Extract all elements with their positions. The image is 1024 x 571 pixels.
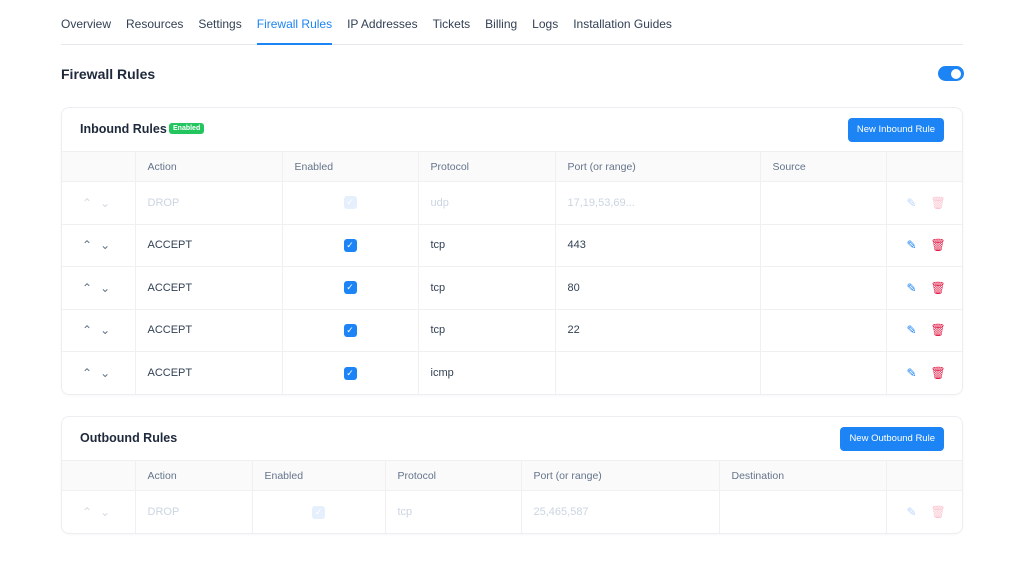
col-protocol: Protocol — [384, 460, 521, 491]
protocol-cell: tcp — [417, 308, 555, 352]
action-cell: DROP — [134, 181, 282, 224]
col-port: Port (or range) — [520, 460, 719, 491]
col-destination: Destination — [718, 460, 886, 491]
port-cell — [554, 351, 760, 394]
tab-logs[interactable]: Logs — [532, 0, 558, 45]
status-badge: Enabled — [169, 123, 205, 134]
protocol-cell: tcp — [417, 266, 555, 309]
move-up-icon[interactable]: ⌃ — [82, 238, 100, 252]
edit-icon[interactable]: ✎ — [905, 238, 919, 252]
port-cell: 22 — [554, 308, 760, 352]
move-down-icon[interactable]: ⌄ — [100, 281, 118, 295]
trash-icon[interactable]: 🗑︎ — [931, 366, 946, 380]
move-up-icon[interactable]: ⌃ — [82, 323, 100, 337]
inbound-rules-card: Inbound Rules Enabled New Inbound Rule A… — [61, 107, 963, 395]
edit-icon[interactable]: ✎ — [905, 196, 919, 210]
col-action: Action — [134, 151, 282, 182]
col-source: Source — [759, 151, 886, 182]
tab-installation-guides[interactable]: Installation Guides — [573, 0, 672, 45]
trash-icon[interactable]: 🗑︎ — [931, 281, 946, 295]
edit-icon[interactable]: ✎ — [905, 505, 919, 519]
move-up-icon[interactable]: ⌃ — [82, 281, 100, 295]
outbound-rules-card: Outbound Rules New Outbound Rule Action … — [61, 416, 963, 534]
inbound-title: Inbound Rules — [80, 122, 167, 136]
enabled-checkbox[interactable]: ✓ — [312, 505, 325, 519]
move-down-icon[interactable]: ⌄ — [100, 196, 118, 210]
outbound-title: Outbound Rules — [80, 431, 178, 445]
table-row: ⌃⌄ DROP ✓ udp 17,19,53,69... ✎ 🗑︎ — [62, 181, 962, 224]
source-cell — [759, 266, 886, 309]
table-row: ⌃⌄ ACCEPT ✓ tcp 443 ✎ 🗑︎ — [62, 223, 962, 267]
protocol-cell: tcp — [384, 490, 521, 533]
trash-icon[interactable]: 🗑︎ — [931, 505, 946, 519]
action-cell: ACCEPT — [134, 308, 282, 352]
tab-tickets[interactable]: Tickets — [433, 0, 471, 45]
tab-settings[interactable]: Settings — [198, 0, 241, 45]
move-up-icon[interactable]: ⌃ — [82, 505, 100, 519]
new-outbound-rule-button[interactable]: New Outbound Rule — [840, 427, 944, 451]
tab-nav: Overview Resources Settings Firewall Rul… — [61, 0, 963, 45]
col-action: Action — [134, 460, 252, 491]
trash-icon[interactable]: 🗑︎ — [931, 323, 946, 337]
move-up-icon[interactable]: ⌃ — [82, 196, 100, 210]
edit-icon[interactable]: ✎ — [905, 281, 919, 295]
port-cell: 443 — [554, 223, 760, 267]
move-up-icon[interactable]: ⌃ — [82, 366, 100, 380]
table-row: ⌃⌄ ACCEPT ✓ icmp ✎ 🗑︎ — [62, 351, 962, 394]
inbound-table: Action Enabled Protocol Port (or range) … — [62, 151, 962, 394]
edit-icon[interactable]: ✎ — [905, 323, 919, 337]
destination-cell — [718, 490, 886, 533]
col-enabled: Enabled — [281, 151, 418, 182]
move-down-icon[interactable]: ⌄ — [100, 323, 118, 337]
action-cell: ACCEPT — [134, 266, 282, 309]
edit-icon[interactable]: ✎ — [905, 366, 919, 380]
port-cell: 17,19,53,69... — [554, 181, 760, 224]
move-down-icon[interactable]: ⌄ — [100, 366, 118, 380]
tab-overview[interactable]: Overview — [61, 0, 111, 45]
tab-ip-addresses[interactable]: IP Addresses — [347, 0, 418, 45]
table-row: ⌃⌄ DROP ✓ tcp 25,465,587 ✎ 🗑︎ — [62, 490, 962, 533]
port-cell: 25,465,587 — [520, 490, 719, 533]
tab-billing[interactable]: Billing — [485, 0, 517, 45]
page-title: Firewall Rules — [61, 66, 156, 82]
protocol-cell: udp — [417, 181, 555, 224]
port-cell: 80 — [554, 266, 760, 309]
enabled-checkbox[interactable]: ✓ — [343, 366, 357, 380]
firewall-toggle[interactable] — [938, 66, 964, 81]
tab-resources[interactable]: Resources — [126, 0, 183, 45]
new-inbound-rule-button[interactable]: New Inbound Rule — [847, 118, 944, 142]
enabled-checkbox[interactable]: ✓ — [343, 238, 357, 252]
col-enabled: Enabled — [251, 460, 385, 491]
table-row: ⌃⌄ ACCEPT ✓ tcp 80 ✎ 🗑︎ — [62, 266, 962, 309]
col-protocol: Protocol — [417, 151, 555, 182]
action-cell: DROP — [134, 490, 252, 533]
move-down-icon[interactable]: ⌄ — [100, 505, 118, 519]
col-port: Port (or range) — [554, 151, 760, 182]
action-cell: ACCEPT — [134, 223, 282, 267]
trash-icon[interactable]: 🗑︎ — [931, 196, 946, 210]
source-cell — [759, 223, 886, 267]
protocol-cell: tcp — [417, 223, 555, 267]
action-cell: ACCEPT — [134, 351, 282, 394]
source-cell — [759, 181, 886, 224]
enabled-checkbox[interactable]: ✓ — [343, 281, 357, 295]
source-cell — [759, 351, 886, 394]
table-row: ⌃⌄ ACCEPT ✓ tcp 22 ✎ 🗑︎ — [62, 308, 962, 352]
enabled-checkbox[interactable]: ✓ — [343, 323, 357, 337]
enabled-checkbox[interactable]: ✓ — [343, 196, 357, 210]
source-cell — [759, 308, 886, 352]
trash-icon[interactable]: 🗑︎ — [931, 238, 946, 252]
move-down-icon[interactable]: ⌄ — [100, 238, 118, 252]
tab-firewall-rules[interactable]: Firewall Rules — [256, 0, 333, 45]
protocol-cell: icmp — [417, 351, 555, 394]
outbound-table: Action Enabled Protocol Port (or range) … — [62, 460, 962, 533]
